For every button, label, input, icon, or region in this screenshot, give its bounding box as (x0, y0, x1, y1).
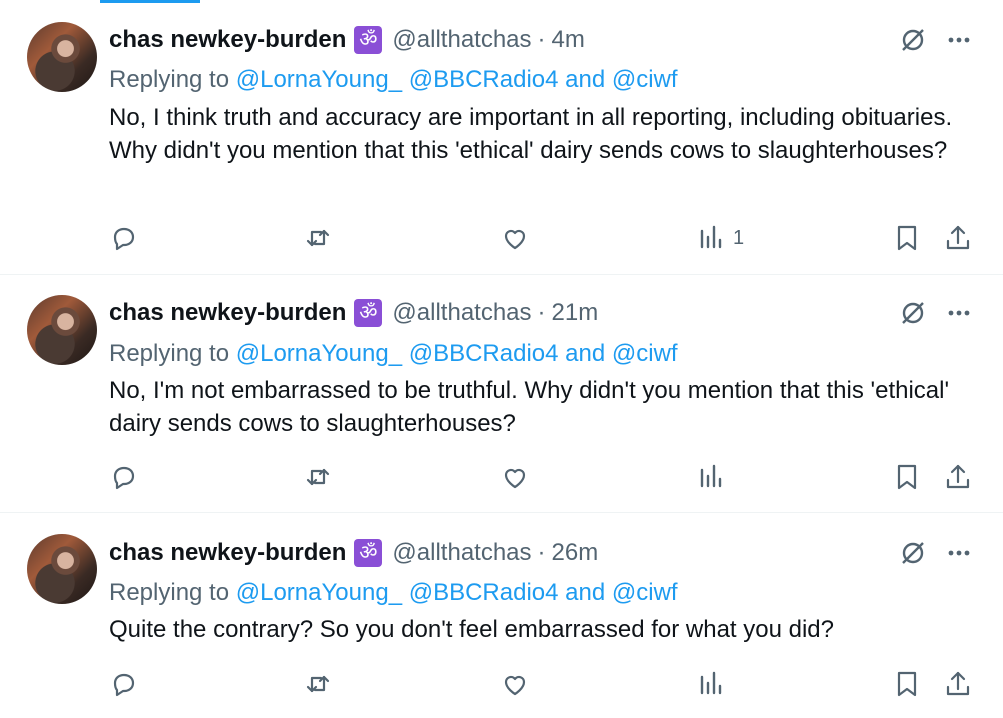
views-icon (700, 671, 722, 695)
mention-and[interactable]: and (565, 340, 605, 367)
mention-links[interactable]: @LornaYoung_ @BBCRadio4 (236, 66, 559, 93)
mention-link[interactable]: @ciwf (612, 579, 678, 606)
timestamp[interactable]: 21m (552, 298, 599, 328)
separator: · (537, 299, 546, 326)
views-icon (700, 225, 722, 249)
avatar[interactable] (27, 22, 97, 92)
like-button[interactable] (500, 462, 530, 492)
like-button[interactable] (500, 669, 530, 699)
bookmark-icon (897, 464, 917, 490)
mention-links[interactable]: @LornaYoung_ @BBCRadio4 (236, 579, 559, 606)
tweet[interactable]: chas newkey-burden ॐ @allthatchas · 4m R… (0, 0, 1003, 275)
replying-prefix: Replying to (109, 66, 230, 93)
tweet[interactable]: chas newkey-burden ॐ @allthatchas · 26m … (0, 514, 1003, 718)
tweet-header: chas newkey-burden ॐ @allthatchas · 4m (109, 25, 585, 55)
like-button[interactable] (500, 223, 530, 253)
bookmark-icon (897, 671, 917, 697)
views-button[interactable]: 1 (697, 223, 744, 253)
author-handle[interactable]: @allthatchas (392, 538, 531, 568)
views-button[interactable] (697, 462, 733, 492)
more-icon[interactable] (944, 538, 974, 568)
like-icon (504, 468, 526, 489)
author-name[interactable]: chas newkey-burden (109, 538, 346, 568)
tweet[interactable]: chas newkey-burden ॐ @allthatchas · 21m … (0, 276, 1003, 513)
more-icon[interactable] (944, 298, 974, 328)
tweet-text: No, I think truth and accuracy are impor… (109, 104, 953, 164)
timestamp[interactable]: 26m (552, 538, 599, 568)
replying-prefix: Replying to (109, 579, 230, 606)
reply-button[interactable] (109, 223, 139, 253)
om-badge-icon: ॐ (354, 539, 383, 567)
share-icon (946, 464, 970, 489)
mention-and[interactable]: and (565, 66, 605, 93)
tweet-text: Quite the contrary? So you don't feel em… (109, 616, 834, 643)
avatar[interactable] (27, 295, 97, 365)
retweet-icon (306, 229, 330, 247)
reply-icon (113, 466, 135, 490)
timestamp[interactable]: 4m (552, 25, 585, 55)
replying-to: Replying to @LornaYoung_ @BBCRadio4 and … (109, 339, 678, 369)
author-handle[interactable]: @allthatchas (392, 25, 531, 55)
like-icon (504, 229, 526, 250)
author-name[interactable]: chas newkey-burden (109, 25, 346, 55)
views-icon (700, 464, 722, 488)
separator: · (537, 539, 546, 566)
like-icon (504, 675, 526, 696)
retweet-button[interactable] (303, 669, 333, 699)
retweet-icon (306, 468, 330, 486)
mention-and[interactable]: and (565, 579, 605, 606)
retweet-button[interactable] (303, 223, 333, 253)
tweet-header: chas newkey-burden ॐ @allthatchas · 21m (109, 298, 598, 328)
grok-icon[interactable] (898, 25, 928, 55)
share-button[interactable] (943, 462, 973, 492)
replying-to: Replying to @LornaYoung_ @BBCRadio4 and … (109, 65, 678, 95)
replying-to: Replying to @LornaYoung_ @BBCRadio4 and … (109, 578, 678, 608)
avatar[interactable] (27, 534, 97, 604)
om-badge-icon: ॐ (354, 26, 383, 54)
retweet-icon (306, 675, 330, 693)
share-icon (946, 225, 970, 250)
more-icon[interactable] (944, 25, 974, 55)
views-count: 1 (733, 226, 745, 249)
separator: · (537, 26, 546, 53)
bookmark-button[interactable] (892, 223, 922, 253)
bookmark-icon (897, 225, 917, 251)
mention-link[interactable]: @ciwf (612, 340, 678, 367)
reply-icon (113, 673, 135, 697)
grok-icon[interactable] (898, 298, 928, 328)
bookmark-button[interactable] (892, 669, 922, 699)
reply-button[interactable] (109, 669, 139, 699)
bookmark-button[interactable] (892, 462, 922, 492)
share-icon (946, 671, 970, 696)
share-button[interactable] (943, 223, 973, 253)
share-button[interactable] (943, 669, 973, 699)
reply-icon (113, 227, 135, 251)
tweet-text: No, I'm not embarrassed to be truthful. … (109, 377, 950, 437)
reply-button[interactable] (109, 462, 139, 492)
om-badge-icon: ॐ (354, 299, 383, 327)
tweet-header: chas newkey-burden ॐ @allthatchas · 26m (109, 538, 598, 568)
replying-prefix: Replying to (109, 340, 230, 367)
mention-link[interactable]: @ciwf (612, 66, 678, 93)
mention-links[interactable]: @LornaYoung_ @BBCRadio4 (236, 340, 559, 367)
grok-icon[interactable] (898, 538, 928, 568)
retweet-button[interactable] (303, 462, 333, 492)
views-button[interactable] (697, 669, 733, 699)
author-handle[interactable]: @allthatchas (392, 298, 531, 328)
author-name[interactable]: chas newkey-burden (109, 298, 346, 328)
